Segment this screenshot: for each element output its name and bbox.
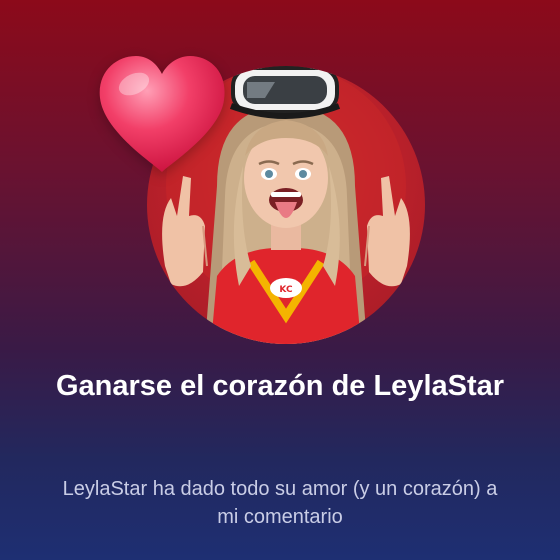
achievement-card: KC Ganarse el corazón de LeylaStar Leyla…: [0, 0, 560, 560]
achievement-title: Ganarse el corazón de LeylaStar: [55, 370, 505, 402]
achievement-description: LeylaStar ha dado todo su amor (y un cor…: [62, 478, 498, 528]
heart-icon: [99, 56, 225, 172]
svg-text:KC: KC: [279, 285, 293, 295]
